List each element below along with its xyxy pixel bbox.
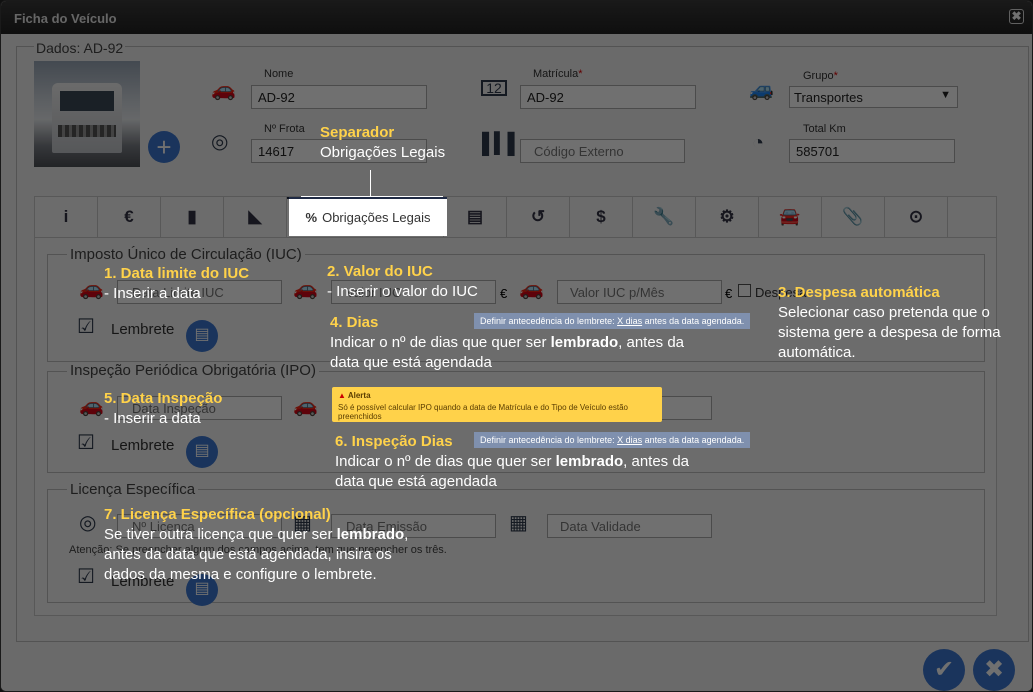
dialog-titlebar: Ficha do Veículo ✖ [1,1,1032,34]
calendar-check-icon: ☑ [77,566,95,588]
chevron-down-icon: ▼ [940,89,951,101]
vehicle-photo [34,61,140,167]
calendar-check-icon: ☑ [77,316,95,338]
car-icon: 🚗 [519,278,544,300]
tab-document[interactable]: ▤ [444,197,507,237]
license-plate-icon: 12 [481,80,507,96]
iuc-title: Imposto Único de Circulação (IUC) [67,246,305,263]
car-icon: 🚗 [293,278,318,300]
ipo-lembrete-label: Lembrete [111,437,175,454]
grupo-label: Grupo* [803,70,838,82]
tab-euro[interactable]: € [98,197,161,237]
close-icon[interactable]: ✖ [1009,9,1024,24]
tab-car-front[interactable]: 🚘 [759,197,822,237]
matricula-label: Matrícula* [533,68,583,80]
tab-ruler[interactable]: ◣ [224,197,287,237]
annotation-separador: Separador Obrigações Legais [320,124,446,161]
ipo-lembrete-button[interactable]: ▤ [186,436,218,468]
iuc-lembrete-label: Lembrete [111,321,175,338]
grupo-select[interactable]: Transportes ▼ [789,86,958,108]
barcode-icon: ▌▍▌ [482,133,522,155]
car-icon: 🚗 [293,395,318,417]
iuc-lembrete-button[interactable]: ▤ [186,320,218,352]
licenca-title: Licença Específica [67,481,199,498]
codigo-externo-input[interactable]: Código Externo [520,139,685,163]
warning-icon: ▲ [338,391,346,400]
annotation-4: 4. Dias Indicar o nº de dias que quer se… [330,314,685,371]
tab-book[interactable]: ▮ [161,197,224,237]
tab-paperclip[interactable]: 📎 [822,197,885,237]
add-photo-button[interactable]: + [148,131,180,163]
tab-wrench[interactable]: 🔧 [633,197,696,237]
euro-sign: € [725,286,733,301]
tab-gear[interactable]: ⚙ [696,197,759,237]
car-icon: 🚗 [79,395,104,417]
annotation-6: 6. Inspeção Dias Indicar o nº de dias qu… [335,433,690,490]
confirm-button[interactable]: ✔ [923,649,965,691]
car-icon: 🚗 [211,79,236,101]
frota-label: Nº Frota [264,123,305,135]
tab-info[interactable]: i [35,197,98,237]
euro-sign: € [500,286,508,301]
dialog-title: Ficha do Veículo [14,11,117,26]
nome-input[interactable]: AD-92 [251,85,427,109]
total-km-input[interactable]: 585701 [789,139,955,163]
annotation-2: 2. Valor do IUC - Inserir o valor do IUC [327,263,478,300]
cars-icon: 🚙 [749,79,774,101]
tab-dollar[interactable]: $ [570,197,633,237]
nome-label: Nome [264,68,294,80]
tab-history[interactable]: ↺ [507,197,570,237]
annotation-5: 5. Data Inspeção - Inserir a data [104,390,223,427]
ipo-title: Inspeção Periódica Obrigatória (IPO) [67,362,319,379]
ipo-alert: ▲ Alerta Só é possível calcular IPO quan… [332,387,662,422]
annotation-1: 1. Data limite do IUC - Inserir a data [104,265,250,302]
highlighted-tab-obrigacoes[interactable]: % Obrigações Legais [289,197,447,236]
calendar-check-icon: ☑ [77,432,95,454]
annotation-3: 3. Despesa automática Selecionar caso pr… [778,284,1001,361]
fingerprint-icon: ◎ [211,131,229,153]
dados-legend: Dados: AD-92 [34,40,126,56]
licenca-validade-input[interactable]: Data Validade [547,514,712,538]
speedometer-icon: ◔ [752,132,765,154]
calendar-icon: ▦ [509,512,528,534]
annotation-7: 7. Licença Específica (opcional) Se tive… [104,506,409,583]
despesa-checkbox[interactable] [738,284,751,297]
percent-icon: % [305,210,318,225]
car-icon: 🚗 [79,278,104,300]
fingerprint-icon: ◎ [79,512,97,534]
tab-bar: i € ▮ ◣ %Obrigações Legais ▤ ↺ $ 🔧 ⚙ 🚘 📎… [34,196,997,238]
separador-pointer-stem [370,170,371,196]
tab-toggle[interactable]: ⊙ [885,197,948,237]
total-km-label: Total Km [803,123,846,135]
cancel-button[interactable]: ✖ [973,649,1015,691]
iuc-valor-mes-input[interactable]: Valor IUC p/Mês [557,280,722,304]
matricula-input[interactable]: AD-92 [520,85,696,109]
separador-pointer-line [301,196,443,197]
